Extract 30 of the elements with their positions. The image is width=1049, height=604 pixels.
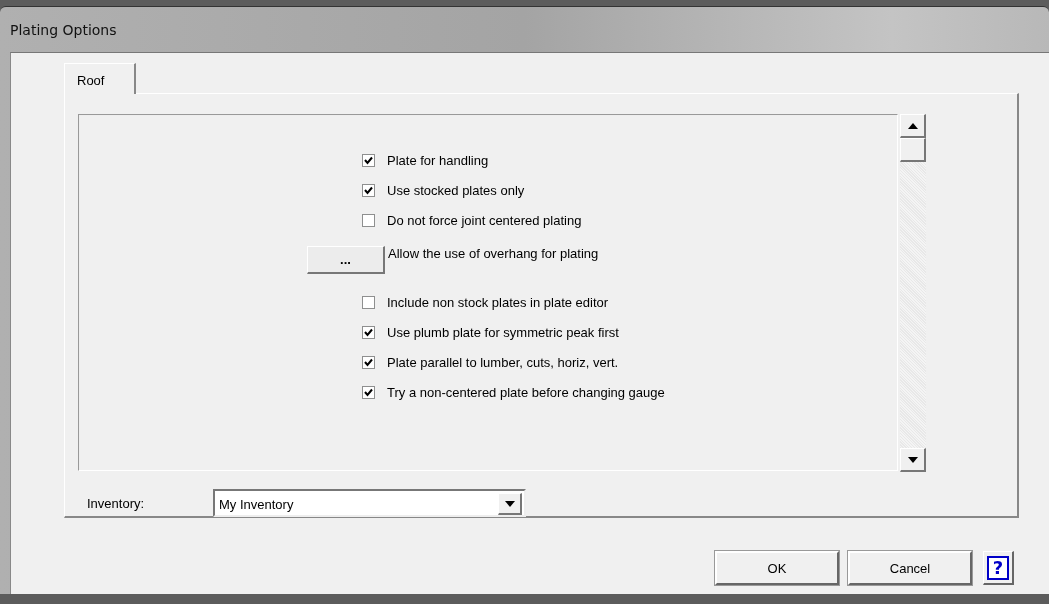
checkbox[interactable] [362, 295, 375, 309]
option-label: Do not force joint centered plating [387, 212, 582, 228]
option-label: Plate for handling [387, 152, 489, 168]
scroll-down-button[interactable] [900, 448, 926, 472]
option-label: Use plumb plate for symmetric peak first [387, 324, 619, 340]
checkbox[interactable] [362, 385, 375, 399]
ok-button[interactable]: OK [715, 551, 839, 585]
inventory-dropdown[interactable]: My Inventory [213, 489, 526, 517]
help-button[interactable]: ? [983, 551, 1014, 585]
option-label: Plate parallel to lumber, cuts, horiz, vert. [387, 354, 619, 370]
checkbox[interactable] [362, 183, 375, 197]
option-label: Include non stock plates in plate editor [387, 294, 609, 310]
inventory-label: Inventory: [87, 495, 146, 511]
more-button[interactable]: ... [307, 246, 385, 274]
option-label: Use stocked plates only [387, 182, 525, 198]
window-title: Plating Options [10, 21, 117, 38]
tab[interactable]: Roof [64, 63, 136, 94]
down-arrow-icon [504, 500, 515, 507]
option-label: Try a non-centered plate before changing gauge [387, 384, 665, 400]
up-arrow-icon [907, 122, 918, 129]
down-arrow-icon [907, 456, 918, 463]
option-label: Allow the use of overhang for plating [388, 246, 599, 261]
checkbox[interactable] [362, 325, 375, 339]
checkbox[interactable] [362, 355, 375, 369]
scroll-up-button[interactable] [900, 114, 926, 138]
scrollbar[interactable] [900, 114, 926, 472]
scroll-thumb[interactable] [900, 138, 926, 162]
checkbox[interactable] [362, 153, 375, 167]
checkbox[interactable] [362, 213, 375, 227]
cancel-button[interactable]: Cancel [848, 551, 972, 585]
